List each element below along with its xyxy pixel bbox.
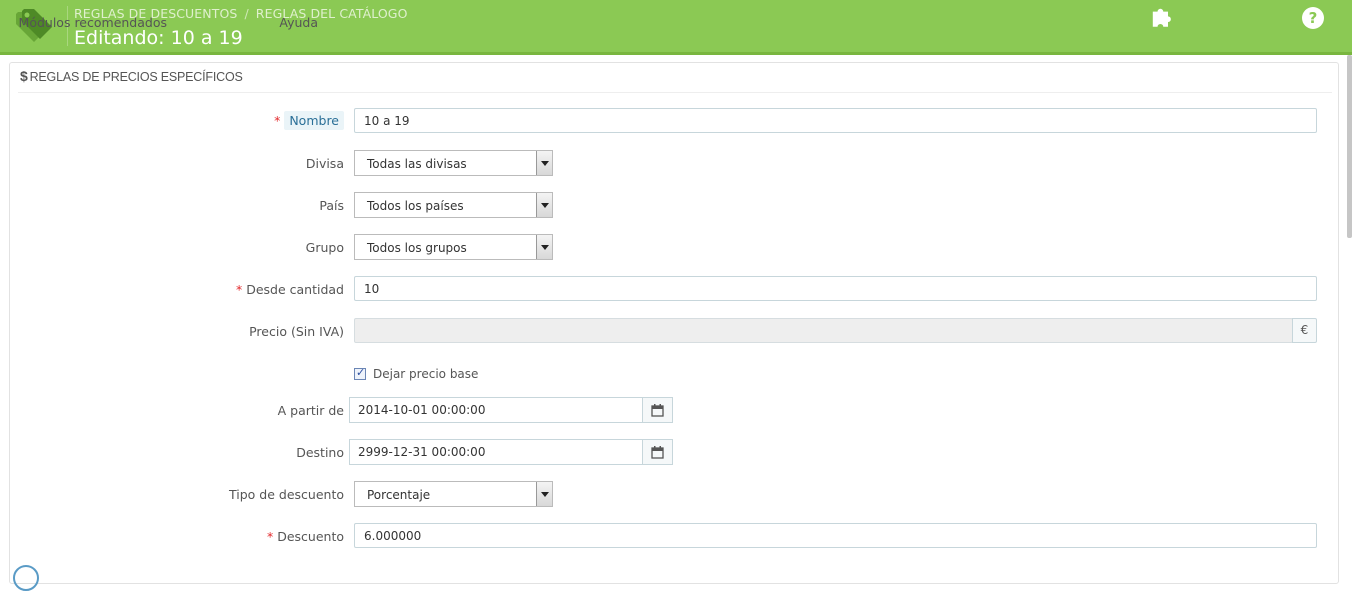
form-row-nombre: * Nombre 10 a 19: [0, 108, 1352, 135]
divisa-label: Divisa: [305, 156, 344, 171]
descuento-label: * Descuento: [267, 529, 344, 544]
dejar-precio-base-checkbox-wrap[interactable]: Dejar precio base: [354, 365, 478, 383]
calendar-icon: [651, 403, 664, 417]
precio-input[interactable]: [354, 318, 1293, 343]
desde-cantidad-label: * Desde cantidad: [236, 282, 344, 297]
recommended-modules-button[interactable]: Módulos recomendados: [19, 6, 1175, 30]
form-row-pais: País Todos los países: [0, 192, 1352, 219]
nombre-label-text: Nombre: [284, 111, 344, 130]
a-partir-de-input[interactable]: 2014-10-01 00:00:00: [349, 397, 643, 423]
pais-label: País: [319, 198, 344, 213]
pais-select[interactable]: Todos los países: [354, 192, 553, 218]
form-row-tipo-descuento: Tipo de descuento Porcentaje: [0, 481, 1352, 508]
euro-addon: €: [1292, 318, 1317, 343]
chevron-down-icon[interactable]: [536, 151, 552, 175]
grupo-select-value: Todos los grupos: [367, 241, 467, 255]
required-marker: *: [274, 113, 281, 128]
required-marker: *: [266, 529, 274, 544]
tipo-descuento-select[interactable]: Porcentaje: [354, 481, 553, 507]
form-row-destino: Destino 2999-12-31 00:00:00: [0, 439, 1352, 466]
chevron-down-icon[interactable]: [536, 193, 552, 217]
desde-cantidad-input[interactable]: 10: [354, 276, 1317, 301]
form-row-precio: Precio (Sin IVA) €: [0, 318, 1352, 345]
help-label: Ayuda: [279, 15, 318, 30]
svg-text:?: ?: [1309, 9, 1318, 27]
puzzle-icon: [1152, 8, 1171, 27]
partial-circle-button[interactable]: [13, 565, 39, 591]
calendar-button[interactable]: [642, 439, 673, 465]
tipo-descuento-label: Tipo de descuento: [229, 487, 344, 502]
form-row-dejar-precio-base: Dejar precio base: [0, 365, 1352, 392]
calendar-icon: [651, 445, 664, 459]
required-marker: *: [235, 282, 243, 297]
tipo-descuento-select-value: Porcentaje: [367, 488, 431, 502]
descuento-label-text: Descuento: [277, 529, 344, 544]
calendar-button[interactable]: [642, 397, 673, 423]
nombre-label: * Nombre: [274, 111, 344, 130]
precio-label: Precio (Sin IVA): [249, 324, 344, 339]
help-icon: ?: [1302, 7, 1324, 29]
grupo-select[interactable]: Todos los grupos: [354, 234, 553, 260]
help-button[interactable]: ? Ayuda: [279, 6, 1326, 30]
divisa-select-value: Todas las divisas: [367, 157, 467, 171]
top-header-bar: REGLAS DE DESCUENTOS / REGLAS DEL CATÁLOGO…: [0, 0, 1352, 55]
form-row-desde-cantidad: * Desde cantidad 10: [0, 276, 1352, 303]
divisa-select[interactable]: Todas las divisas: [354, 150, 553, 176]
chevron-down-icon[interactable]: [536, 482, 552, 506]
a-partir-de-label: A partir de: [277, 403, 344, 418]
nombre-input[interactable]: 10 a 19: [354, 108, 1317, 133]
form-row-descuento: * Descuento 6.000000: [0, 523, 1352, 550]
recommended-modules-label: Módulos recomendados: [18, 15, 167, 30]
chevron-down-icon[interactable]: [536, 235, 552, 259]
form-row-divisa: Divisa Todas las divisas: [0, 150, 1352, 177]
grupo-label: Grupo: [305, 240, 344, 255]
pais-select-value: Todos los países: [367, 199, 464, 213]
panel-heading-text: REGLAS DE PRECIOS ESPECÍFICOS: [29, 70, 243, 84]
destino-label: Destino: [296, 445, 344, 460]
descuento-input[interactable]: 6.000000: [354, 523, 1317, 548]
form-row-a-partir-de: A partir de 2014-10-01 00:00:00: [0, 397, 1352, 424]
dejar-precio-base-checkbox[interactable]: [354, 366, 366, 380]
desde-cantidad-label-text: Desde cantidad: [246, 282, 344, 297]
dollar-icon: $: [20, 68, 28, 84]
panel-heading: $ REGLAS DE PRECIOS ESPECÍFICOS: [20, 68, 243, 84]
form-row-grupo: Grupo Todos los grupos: [0, 234, 1352, 261]
page-title: Editando: 10 a 19: [74, 27, 243, 49]
breadcrumb-separator: /: [244, 6, 249, 21]
destino-input[interactable]: 2999-12-31 00:00:00: [349, 439, 643, 465]
page-scrollbar[interactable]: [1347, 55, 1352, 238]
panel-heading-divider: [18, 92, 1332, 93]
dejar-precio-base-label: Dejar precio base: [373, 367, 479, 381]
